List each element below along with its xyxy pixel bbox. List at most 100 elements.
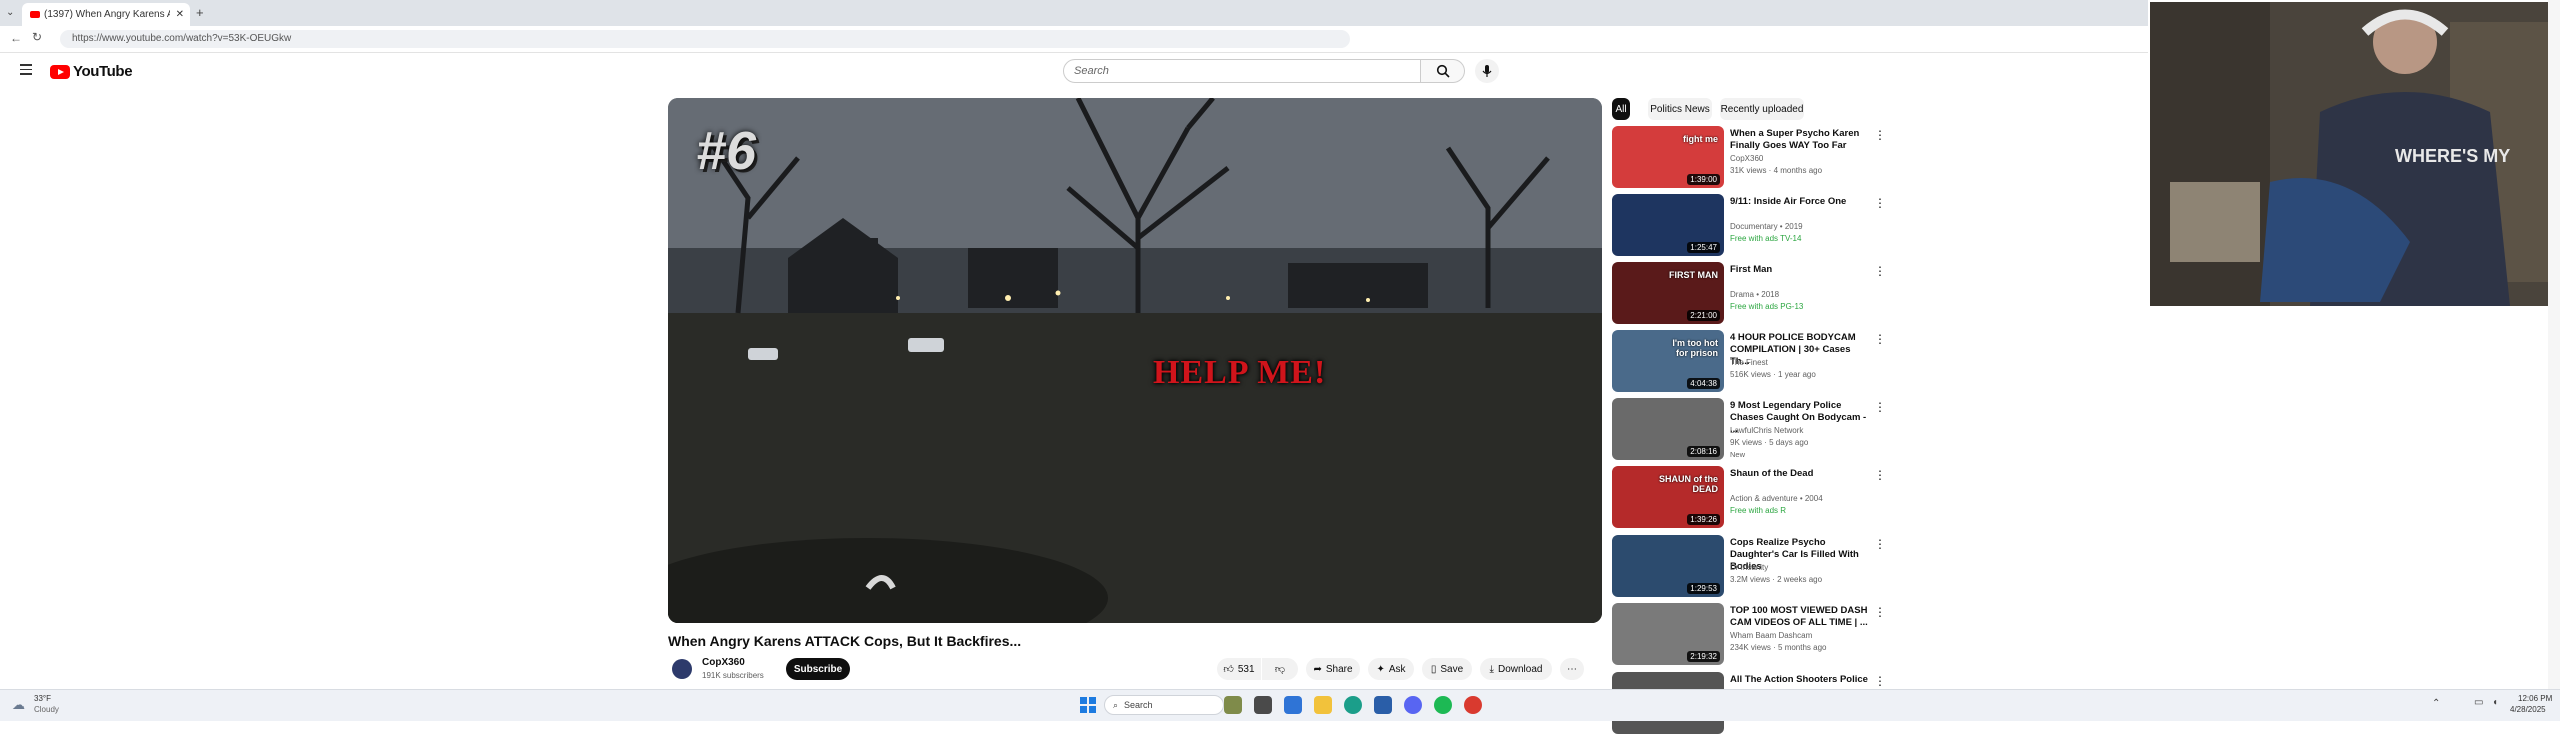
reload-icon[interactable]: ↻ xyxy=(32,30,42,44)
ask-label: Ask xyxy=(1388,663,1406,675)
video-thumbnail[interactable]: 1:25:47 xyxy=(1612,194,1724,256)
tray-chevron-icon[interactable]: ⌃ xyxy=(2432,698,2440,709)
subscribe-button[interactable]: Subscribe xyxy=(786,658,850,680)
ask-button[interactable]: ✦ Ask xyxy=(1368,658,1414,680)
more-options-icon[interactable]: ⋮ xyxy=(1874,468,1886,482)
task-view-icon[interactable] xyxy=(1254,696,1272,714)
chip-politics-news[interactable]: Politics News xyxy=(1648,98,1712,120)
video-thumbnail[interactable]: 1:29:53 xyxy=(1612,535,1724,597)
sparkle-icon: ✦ xyxy=(1376,663,1385,675)
recommended-title[interactable]: TOP 100 MOST VIEWED DASH CAM VIDEOS OF A… xyxy=(1730,605,1870,629)
channel-avatar[interactable] xyxy=(672,659,692,679)
video-thumbnail[interactable]: I'm too hot for prison 4:04:38 xyxy=(1612,330,1724,392)
download-icon: ⤓ xyxy=(1489,663,1494,675)
search-button[interactable] xyxy=(1421,59,1465,83)
recommended-channel[interactable]: Dr Insanity xyxy=(1730,563,1768,572)
more-options-icon[interactable]: ⋮ xyxy=(1874,196,1886,210)
edge-icon[interactable] xyxy=(1344,696,1362,714)
new-tab-icon[interactable]: + xyxy=(196,5,204,20)
network-icon[interactable]: ▭ xyxy=(2474,697,2483,708)
clock-date: 4/28/2025 xyxy=(2510,705,2546,714)
taskbar-search[interactable]: ⌕ Search xyxy=(1104,695,1224,715)
shirt-text: WHERE'S MY xyxy=(2395,146,2510,166)
recommended-video[interactable]: FIRST MAN 2:21:00 First Man Drama • 2018 Fre… xyxy=(1612,262,1886,326)
save-button[interactable]: ▯ Save xyxy=(1422,658,1472,680)
tab-list-icon[interactable]: ⌄ xyxy=(6,7,14,18)
file-explorer-icon[interactable] xyxy=(1314,696,1332,714)
overlay-number: #6 xyxy=(696,121,757,181)
copilot-icon[interactable] xyxy=(1284,696,1302,714)
youtube-logo[interactable]: YouTube xyxy=(50,63,133,80)
recommended-video[interactable]: 2:08:16 9 Most Legendary Police Chases Ca… xyxy=(1612,398,1886,462)
more-options-icon[interactable]: ⋮ xyxy=(1874,605,1886,619)
chip-all[interactable]: All xyxy=(1612,98,1630,120)
more-options-icon[interactable]: ⋮ xyxy=(1874,537,1886,551)
back-icon[interactable]: ← xyxy=(10,31,22,45)
chrome-icon[interactable] xyxy=(1464,696,1482,714)
recommended-title[interactable]: Shaun of the Dead xyxy=(1730,468,1870,480)
url-field[interactable]: https://www.youtube.com/watch?v=53K-OEUG… xyxy=(60,30,1350,48)
more-options-icon[interactable]: ⋮ xyxy=(1874,264,1886,278)
spotify-icon[interactable] xyxy=(1434,696,1452,714)
recommended-channel[interactable]: Action & adventure • 2004 xyxy=(1730,494,1823,503)
clock-time[interactable]: 12:06 PM xyxy=(2518,694,2552,703)
channel-name[interactable]: CopX360 xyxy=(702,657,745,668)
tab-close-icon[interactable]: ✕ xyxy=(176,9,184,20)
discord-icon[interactable] xyxy=(1404,696,1422,714)
taskbar-search-label: Search xyxy=(1124,700,1153,710)
thumbnail-text: FIRST MAN xyxy=(1669,270,1718,280)
video-thumbnail[interactable]: SHAUN of the DEAD 1:39:26 xyxy=(1612,466,1724,528)
search-input[interactable]: Search xyxy=(1063,59,1421,83)
thumbs-up-icon: 👍︎ xyxy=(1223,664,1234,675)
browser-tab[interactable]: (1397) When Angry Karens A ✕ xyxy=(22,3,190,26)
like-button[interactable]: 👍︎ 531 xyxy=(1217,658,1261,680)
recommended-video[interactable]: fight me 1:39:00 When a Super Psycho Karen… xyxy=(1612,126,1886,190)
duration-badge: 1:39:26 xyxy=(1687,514,1720,525)
start-button[interactable] xyxy=(1080,697,1096,713)
recommended-channel[interactable]: The Finest xyxy=(1730,358,1768,367)
page-scrollbar[interactable] xyxy=(2548,0,2560,689)
webcam-frame: WHERE'S MY xyxy=(2150,2,2556,306)
recommended-video[interactable]: 2:19:32 TOP 100 MOST VIEWED DASH CAM VIDE… xyxy=(1612,603,1886,667)
recommended-video[interactable]: 1:25:47 9/11: Inside Air Force One Documen… xyxy=(1612,194,1886,258)
duration-badge: 1:29:53 xyxy=(1687,583,1720,594)
thumbnail-text: I'm too hot for prison xyxy=(1672,338,1718,358)
more-options-icon[interactable]: ⋮ xyxy=(1874,674,1886,688)
chip-recently-uploaded[interactable]: Recently uploaded xyxy=(1720,98,1804,120)
more-options-icon[interactable]: ⋮ xyxy=(1874,332,1886,346)
video-thumbnail[interactable]: 2:08:16 xyxy=(1612,398,1724,460)
recommended-title[interactable]: 9/11: Inside Air Force One xyxy=(1730,196,1870,208)
more-actions-button[interactable]: ⋯ xyxy=(1560,658,1584,680)
recommended-channel[interactable]: Wham Baam Dashcam xyxy=(1730,631,1812,640)
download-button[interactable]: ⤓ Download xyxy=(1480,658,1552,680)
video-thumbnail[interactable]: FIRST MAN 2:21:00 xyxy=(1612,262,1724,324)
dislike-button[interactable]: 👎︎ xyxy=(1262,658,1298,680)
recommended-title[interactable]: When a Super Psycho Karen Finally Goes W… xyxy=(1730,128,1870,152)
widgets-icon[interactable] xyxy=(1224,696,1242,714)
recommended-channel[interactable]: Documentary • 2019 xyxy=(1730,222,1803,231)
recommended-channel[interactable]: Drama • 2018 xyxy=(1730,290,1779,299)
overlay-caption: HELP ME! xyxy=(1153,354,1327,391)
recommended-channel[interactable]: LawfulChris Network xyxy=(1730,426,1803,435)
more-options-icon[interactable]: ⋮ xyxy=(1874,400,1886,414)
weather-temp[interactable]: 33°F xyxy=(34,694,51,703)
microphone-icon xyxy=(1482,65,1492,77)
more-options-icon[interactable]: ⋮ xyxy=(1874,128,1886,142)
video-player[interactable]: #6 HELP ME! xyxy=(668,98,1602,623)
voice-search-button[interactable] xyxy=(1475,59,1499,83)
store-icon[interactable] xyxy=(1374,696,1392,714)
recommended-video[interactable]: I'm too hot for prison 4:04:38 4 HOUR POLI… xyxy=(1612,330,1886,394)
video-thumbnail[interactable]: fight me 1:39:00 xyxy=(1612,126,1724,188)
thumbnail-text: SHAUN of the DEAD xyxy=(1659,474,1718,494)
recommended-channel[interactable]: CopX360 xyxy=(1730,154,1763,163)
logo-text: YouTube xyxy=(73,63,133,80)
recommended-title[interactable]: First Man xyxy=(1730,264,1870,276)
menu-icon[interactable] xyxy=(20,64,32,75)
share-button[interactable]: ➦ Share xyxy=(1306,658,1360,680)
search-icon xyxy=(1436,64,1450,78)
video-thumbnail[interactable]: 2:19:32 xyxy=(1612,603,1724,665)
recommended-video[interactable]: SHAUN of the DEAD 1:39:26 Shaun of the Dea… xyxy=(1612,466,1886,530)
volume-icon[interactable]: ◖ xyxy=(2492,697,2498,708)
recommended-video[interactable]: 1:29:53 Cops Realize Psycho Daughter's Ca… xyxy=(1612,535,1886,599)
search-icon: ⌕ xyxy=(1113,699,1119,710)
